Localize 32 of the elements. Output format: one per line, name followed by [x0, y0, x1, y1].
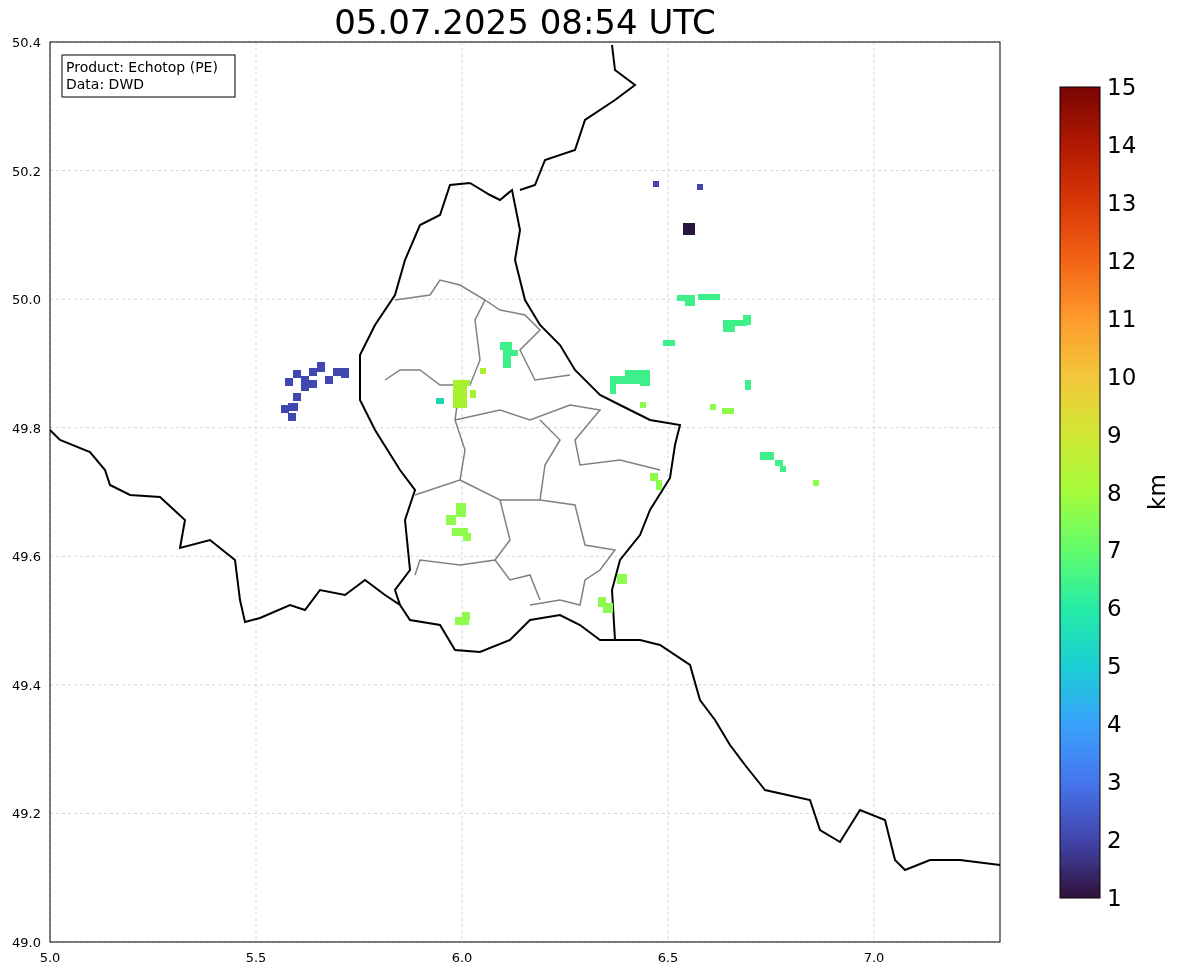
colorbar-tick-label: 10	[1107, 363, 1137, 390]
colorbar-tick-label: 2	[1107, 827, 1122, 854]
colorbar-tick-label: 11	[1107, 305, 1137, 332]
colorbar-tick-label: 1	[1107, 885, 1122, 911]
colorbar-tick-label: 14	[1107, 131, 1137, 158]
x-tick-label: 6.5	[657, 950, 679, 965]
colorbar-tick-label: 3	[1107, 769, 1122, 796]
x-tick-label: 5.0	[39, 950, 61, 965]
colorbar-tick-label: 6	[1107, 595, 1122, 622]
y-tick-label: 49.6	[12, 549, 41, 565]
y-tick-label: 49.2	[12, 806, 41, 822]
colorbar-tick-label: 5	[1107, 653, 1122, 680]
x-tick-label: 6.0	[451, 950, 473, 965]
colorbar-label: km	[1144, 474, 1170, 510]
colorbar-tick-label: 13	[1107, 189, 1137, 216]
colorbar-tick-label: 4	[1107, 711, 1122, 738]
y-tick-label: 50.0	[12, 292, 41, 308]
y-tick-label: 49.0	[12, 935, 41, 950]
y-tick-label: 50.4	[12, 35, 41, 50]
chart-title: 05.07.2025 08:54 UTC	[334, 2, 716, 42]
colorbar-tick-label: 8	[1107, 479, 1122, 506]
colorbar-tick-label: 9	[1107, 421, 1122, 448]
x-tick-label: 5.5	[245, 950, 267, 965]
y-tick-label: 49.8	[12, 420, 41, 436]
legend-text: Product: Echotop (PE)	[66, 59, 218, 75]
legend-text: Data: DWD	[66, 76, 144, 92]
x-tick-label: 7.0	[863, 950, 885, 965]
colorbar-tick-label: 15	[1107, 74, 1137, 100]
y-tick-label: 49.4	[12, 677, 41, 693]
colorbar-tick-label: 12	[1107, 247, 1137, 274]
y-tick-label: 50.2	[12, 163, 41, 179]
colorbar-tick-label: 7	[1107, 537, 1122, 564]
